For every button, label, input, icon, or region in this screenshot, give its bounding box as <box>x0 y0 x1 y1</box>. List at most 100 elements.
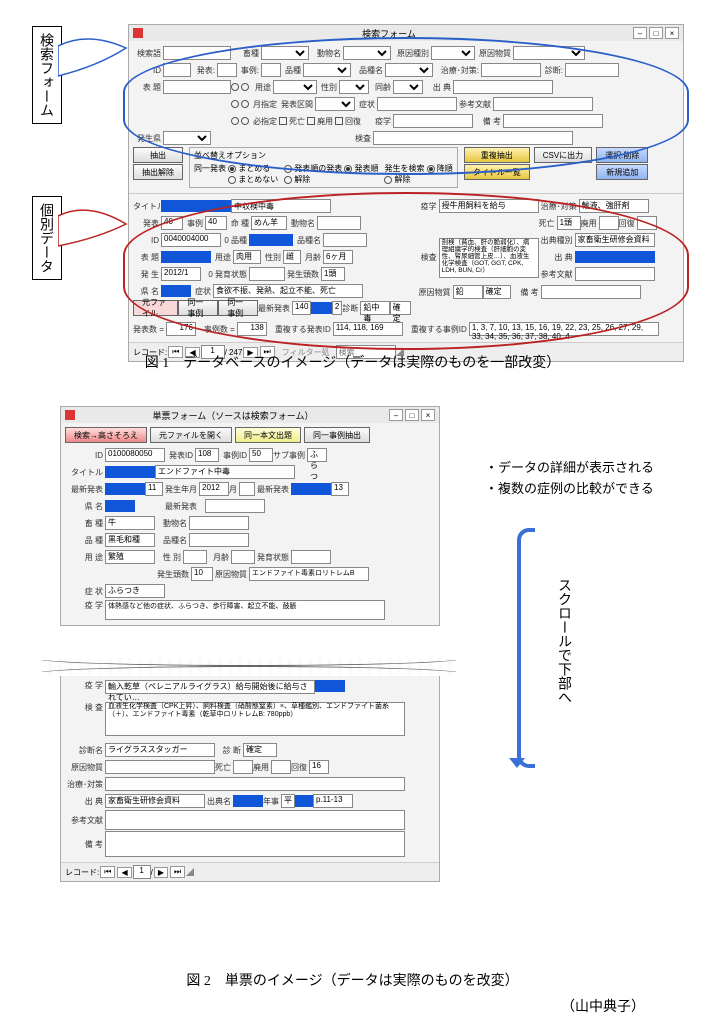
redact-11 <box>315 680 345 692</box>
record-nav-2: レコード: ⏮ ◀ 1 / ▶ ⏭ <box>61 862 439 881</box>
tb-b2[interactable]: 元ファイルを開く <box>150 427 232 443</box>
close-button[interactable]: × <box>665 27 679 39</box>
rad-4[interactable] <box>241 100 249 108</box>
btn-clear[interactable]: 抽出解除 <box>133 164 183 180</box>
lbl-sei: 性別 <box>317 82 339 93</box>
btn-dup-extract[interactable]: 重複抽出 <box>464 147 530 163</box>
sel-dourei[interactable] <box>393 80 423 94</box>
btn-title-list[interactable]: タイトル一覧 <box>464 164 530 180</box>
rad-kou[interactable] <box>427 165 435 173</box>
v2-hj[interactable] <box>291 550 331 564</box>
minimize-button[interactable]: – <box>633 27 647 39</box>
v3-sb[interactable] <box>233 760 253 774</box>
rad-h1[interactable] <box>284 165 292 173</box>
v3-bk[interactable] <box>105 831 405 857</box>
lbl-dourei: 同齢 <box>369 82 393 93</box>
sel-sei[interactable] <box>339 80 369 94</box>
nav2-pos[interactable]: 1 <box>133 865 151 879</box>
rad-matomeru[interactable] <box>228 165 236 173</box>
v2-sai3[interactable] <box>205 499 265 513</box>
rad-2[interactable] <box>241 83 249 91</box>
v-side-bk[interactable] <box>541 285 641 299</box>
v-side-sk[interactable] <box>575 267 655 281</box>
sel-chiku[interactable] <box>261 46 309 60</box>
maximize-button[interactable]: □ <box>649 27 663 39</box>
tb-b3[interactable]: 同一本文出題 <box>235 427 301 443</box>
inp-biko[interactable] <box>503 114 603 128</box>
rad-3[interactable] <box>231 100 239 108</box>
btn-doitsu1[interactable]: 同一事例 <box>178 300 218 316</box>
rad-5[interactable] <box>231 117 239 125</box>
sel-ken[interactable] <box>163 131 211 145</box>
sel-hinshumei[interactable] <box>385 63 433 77</box>
v-f1r4b[interactable] <box>249 267 285 281</box>
v-hasseisu: 176 <box>166 322 196 336</box>
btn-new[interactable]: 新規追加 <box>596 164 648 180</box>
inp-ekigaku[interactable] <box>393 114 473 128</box>
chk-shibo[interactable] <box>279 117 287 125</box>
v3-gb[interactable] <box>105 760 215 774</box>
tb-b1[interactable]: 検索→高さそろえ <box>65 427 147 443</box>
sel-doubutsu[interactable] <box>343 46 391 60</box>
l2-db: 動物名 <box>155 518 189 529</box>
v3-ek: 輸入乾草（ペレニアルライグラス）給与開始後に給与されてい… <box>105 680 315 694</box>
v2-hm[interactable] <box>189 533 249 547</box>
sel-gensei[interactable] <box>431 46 475 60</box>
inp-chiryo[interactable] <box>481 63 541 77</box>
btn-extract[interactable]: 抽出 <box>133 147 183 163</box>
v2-gk2[interactable] <box>231 550 255 564</box>
rad-1[interactable] <box>231 83 239 91</box>
sel-genbutsu[interactable] <box>513 46 585 60</box>
nav2-prev[interactable]: ◀ <box>117 867 131 878</box>
inp-id[interactable] <box>163 63 191 77</box>
inp-sanko[interactable] <box>493 97 593 111</box>
v-f1r3c: 雌 <box>283 250 301 264</box>
inp-shucchi[interactable] <box>453 80 553 94</box>
l-f1r1b: 事例 <box>183 218 205 229</box>
inp-hassei[interactable] <box>217 63 237 77</box>
btn-csv[interactable]: CSVに出力 <box>534 147 592 163</box>
v2-db[interactable] <box>189 516 249 530</box>
inp-kensakugo[interactable] <box>163 46 231 60</box>
rad-matomenai[interactable] <box>228 176 236 184</box>
v3-ch[interactable] <box>105 777 405 791</box>
close2[interactable]: × <box>421 409 435 421</box>
v3-hy[interactable] <box>271 760 291 774</box>
inp-kensa[interactable] <box>373 131 573 145</box>
l-jireisu: 事例数 = <box>204 324 237 335</box>
resize-grip-2[interactable] <box>186 868 194 876</box>
tb-b4[interactable]: 同一事例抽出 <box>304 427 370 443</box>
chk-shobun[interactable] <box>307 117 315 125</box>
btn-doitsu2[interactable]: 同一事例 <box>218 300 258 316</box>
sel-hinshu[interactable] <box>303 63 351 77</box>
min2[interactable]: – <box>389 409 403 421</box>
v2-gk[interactable] <box>239 482 255 496</box>
l-f1r5a: 県 名 <box>133 286 161 297</box>
sel-yoto[interactable] <box>273 80 317 94</box>
max2[interactable]: □ <box>405 409 419 421</box>
redact-4 <box>161 285 191 297</box>
inp-jirei[interactable] <box>261 63 281 77</box>
rad-k1[interactable] <box>284 176 292 184</box>
v3-sk[interactable] <box>105 810 405 830</box>
v-side-kf[interactable] <box>637 216 657 230</box>
rad-h2[interactable] <box>344 165 352 173</box>
inp-hyodai[interactable] <box>163 80 231 94</box>
inp-shojo[interactable] <box>377 97 457 111</box>
v2-sx[interactable] <box>183 550 207 564</box>
chk-kaifuku[interactable] <box>335 117 343 125</box>
btn-delete[interactable]: 選択:削除 <box>596 147 648 163</box>
rad-6[interactable] <box>241 117 249 125</box>
nav2-last[interactable]: ⏭ <box>170 866 185 878</box>
inp-shindan[interactable] <box>565 63 619 77</box>
rad-k2[interactable] <box>384 176 392 184</box>
lbl-detail-title: タイトル <box>133 201 161 212</box>
sel-kukan[interactable] <box>315 97 355 111</box>
btn-moto[interactable]: 元ファイル <box>133 300 178 316</box>
figure-1: 検索フォーム 個別データ 検索フォーム – □ × 検索語 畜種 動物名 原因種… <box>0 8 705 378</box>
nav2-first[interactable]: ⏮ <box>100 866 115 878</box>
v-f1r1d[interactable] <box>317 216 361 230</box>
nav2-next[interactable]: ▶ <box>154 867 168 878</box>
v-f1r2c[interactable] <box>323 233 367 247</box>
v-side-hy[interactable] <box>599 216 619 230</box>
